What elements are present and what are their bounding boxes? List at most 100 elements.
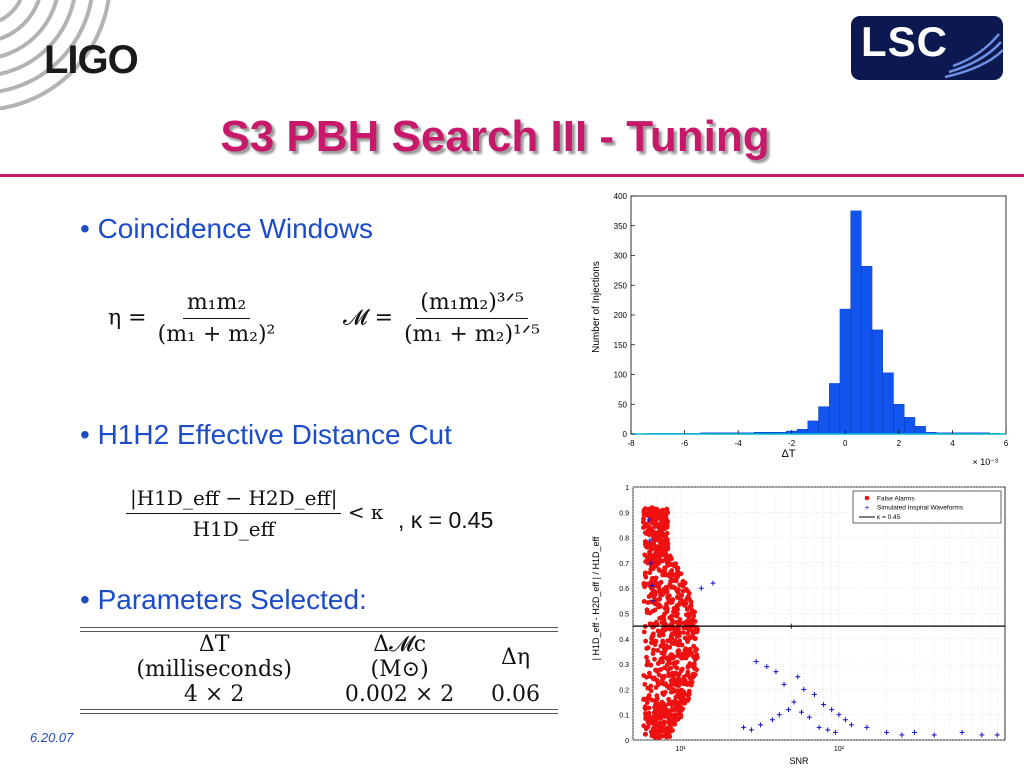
false-alarm-point [652, 656, 657, 662]
y-tick-label: 250 [614, 281, 628, 290]
histogram-bar [850, 210, 862, 435]
false-alarm-point [664, 606, 670, 612]
false-alarm-point [641, 673, 647, 678]
false-alarm-point [687, 681, 693, 687]
table-header-row: ΔT (milliseconds) Δ𝓜c (M⊙) Δη [102, 632, 558, 682]
false-alarm-point [644, 646, 650, 651]
false-alarm-point [672, 721, 677, 727]
false-alarm-point [682, 647, 688, 653]
y-tick-label: 0 [623, 430, 628, 439]
y-tick-label: 100 [614, 371, 628, 380]
false-alarm-point [641, 723, 647, 729]
table-row: 4 × 2 0.002 × 2 0.06 [102, 682, 558, 707]
y-tick-label: 0.4 [619, 637, 629, 644]
false-alarm-point [669, 640, 675, 646]
false-alarm-point [660, 538, 665, 544]
false-alarm-point [669, 679, 675, 685]
x-tick-label: 2 [897, 439, 902, 448]
false-alarm-point [653, 731, 658, 736]
y-tick-label: 0.9 [619, 510, 629, 517]
false-alarm-point [682, 700, 688, 706]
histogram-bar [893, 404, 905, 435]
false-alarm-point [660, 569, 665, 575]
false-alarm-point [664, 506, 670, 512]
false-alarm-point [685, 618, 690, 624]
scatter-legend: False Alarms + Simulated Inspiral Waveform… [852, 490, 1002, 524]
cut-numerator: |H1D_eff − H2D_eff| [126, 486, 342, 514]
histogram-bar [861, 266, 873, 435]
false-alarm-point [661, 722, 667, 728]
false-alarm-point [686, 590, 692, 596]
distance-cut-equation: |H1D_eff − H2D_eff| H1D_eff < κ [126, 486, 383, 541]
x-tick-label: -4 [735, 439, 743, 448]
x-axis-label: SNR [789, 756, 809, 766]
false-alarm-point [663, 646, 669, 652]
x-tick-label: -8 [627, 439, 635, 448]
false-alarm-point [691, 661, 697, 667]
false-alarm-point [647, 570, 653, 576]
false-alarm-point [664, 587, 670, 593]
false-alarm-point [658, 656, 664, 662]
false-alarm-point [661, 673, 667, 679]
false-alarm-point [653, 546, 659, 552]
false-alarm-point [641, 507, 647, 513]
false-alarm-point [660, 592, 665, 598]
false-alarm-point [649, 640, 654, 646]
header-delta-eta: Δη [500, 644, 531, 670]
false-alarm-point [685, 595, 691, 600]
false-alarm-point [659, 509, 664, 515]
eta-denominator: (m₁ + m₂)² [157, 322, 276, 347]
false-alarm-point [663, 681, 669, 687]
false-alarm-point [674, 665, 680, 671]
false-alarm-point [652, 592, 658, 598]
false-alarm-point [642, 530, 648, 536]
bullet-parameters-selected: • Parameters Selected: [80, 584, 367, 615]
histogram-bar [839, 308, 851, 435]
false-alarm-point [659, 620, 665, 625]
false-alarm-point [661, 533, 667, 538]
false-alarm-point [666, 560, 672, 566]
false-alarm-point [648, 720, 654, 726]
x-tick-label: 10² [834, 746, 845, 753]
cut-denominator: H1D_eff [192, 517, 275, 541]
false-alarm-point [667, 626, 673, 632]
false-alarm-point [651, 676, 656, 682]
y-tick-label: 0.8 [619, 536, 629, 543]
x-tick-label: 4 [950, 439, 955, 448]
false-alarm-point [657, 630, 663, 636]
value-delta-t: 4 × 2 [183, 682, 245, 707]
false-alarm-point [678, 655, 684, 661]
false-alarm-point [643, 521, 649, 527]
false-alarm-point [661, 613, 667, 619]
false-alarm-point [686, 624, 692, 630]
y-tick-label: 0.7 [619, 561, 629, 568]
false-alarm-point [654, 560, 660, 565]
false-alarm-point [688, 603, 694, 609]
legend-marker-injections: + [865, 503, 870, 512]
false-alarm-point [665, 725, 671, 731]
eta-lhs: η = [108, 305, 147, 331]
cut-rhs: < κ [347, 500, 384, 524]
false-alarm-point [689, 607, 695, 613]
value-delta-mc: 0.002 × 2 [344, 682, 455, 707]
histogram-bar [796, 429, 808, 435]
false-alarm-point [683, 586, 689, 592]
histogram-bar [882, 372, 894, 435]
false-alarm-point [664, 655, 670, 661]
histogram-bar [829, 383, 841, 435]
false-alarm-point [694, 652, 700, 658]
slide-date: 6.20.07 [30, 730, 74, 745]
histogram-bar [807, 420, 819, 435]
y-tick-label: 0.2 [619, 687, 629, 694]
false-alarm-point [679, 666, 685, 672]
false-alarm-point [661, 713, 667, 718]
false-alarm-point [679, 707, 684, 713]
false-alarm-point [690, 674, 696, 680]
y-tick-label: 400 [614, 192, 628, 201]
y-tick-label: 0.3 [619, 662, 629, 669]
false-alarm-point [641, 629, 647, 635]
false-alarm-point [674, 631, 680, 637]
false-alarm-point [670, 686, 676, 692]
false-alarm-point [653, 685, 659, 690]
false-alarm-point [662, 514, 668, 520]
